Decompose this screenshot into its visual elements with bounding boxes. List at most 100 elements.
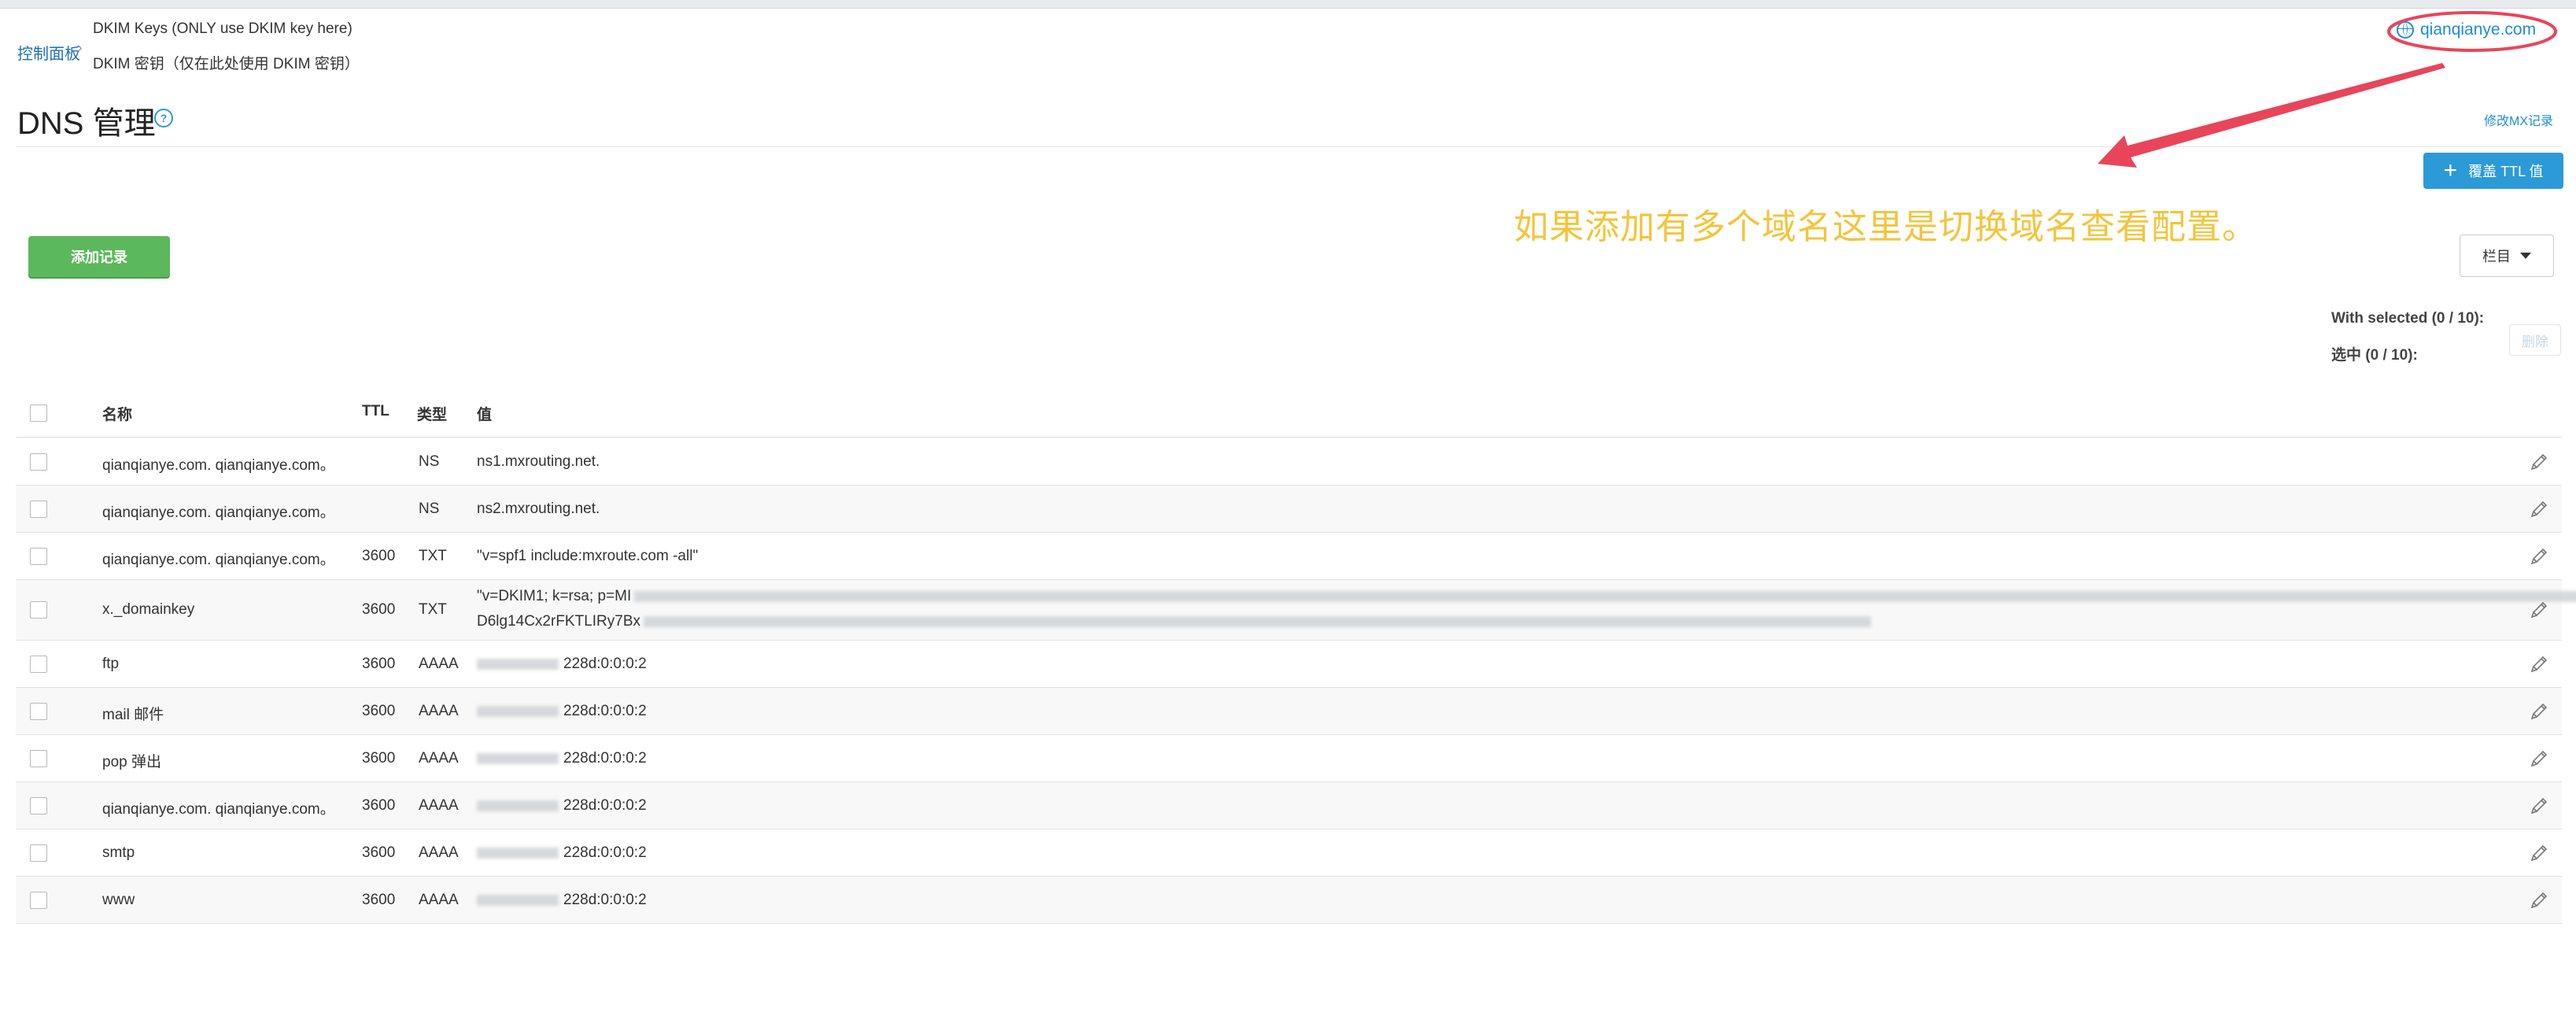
row-checkbox[interactable] [30, 844, 47, 862]
column-header-name: 名称 [102, 407, 133, 423]
record-value-wrap: 228d:0:0:0:2 [477, 844, 647, 862]
record-type: AAAA [419, 750, 459, 767]
plus-icon: + [2443, 157, 2458, 183]
table-row: x._domainkey 3600 TXT "v=DKIM1; k=rsa; p… [16, 580, 2576, 641]
table-row: smtp 3600 AAAA 228d:0:0:0:2 [16, 829, 2562, 877]
record-name: qianqianye.com. qianqianye.com。 [102, 504, 335, 521]
add-record-button[interactable]: 添加记录 [28, 236, 170, 277]
globe-icon [2397, 21, 2414, 39]
record-value: 228d:0:0:0:2 [563, 656, 647, 672]
table-row: www 3600 AAAA 228d:0:0:0:2 [16, 877, 2562, 924]
record-value: 228d:0:0:0:2 [563, 892, 647, 908]
breadcrumb-current-en: DKIM Keys (ONLY use DKIM key here) [93, 20, 352, 37]
record-type: TXT [419, 601, 447, 618]
record-ttl: 3600 [362, 797, 396, 814]
pencil-icon[interactable] [2527, 700, 2551, 723]
record-name: smtp [102, 844, 135, 861]
columns-dropdown[interactable]: 栏目 [2460, 235, 2554, 277]
record-ttl: 3600 [362, 892, 396, 908]
columns-dropdown-label: 栏目 [2482, 249, 2511, 264]
record-name: qianqianye.com. qianqianye.com。 [102, 801, 335, 818]
record-type: TXT [419, 548, 447, 564]
redacted-value [477, 752, 559, 764]
domain-switcher[interactable]: qianqianye.com [2397, 20, 2536, 39]
delete-selected-button[interactable]: 删除 [2509, 324, 2561, 356]
modify-mx-link[interactable]: 修改MX记录 [2484, 110, 2553, 129]
override-ttl-button[interactable]: + 覆盖 TTL 值 [2423, 153, 2563, 189]
row-checkbox[interactable] [30, 548, 47, 565]
pencil-icon[interactable] [2527, 497, 2551, 521]
record-type: AAAA [419, 703, 459, 719]
record-type: AAAA [419, 892, 459, 908]
record-name: x._domainkey [102, 601, 195, 618]
page-title: DNS 管理 [17, 106, 156, 141]
record-value: ns1.mxrouting.net. [477, 453, 600, 470]
chevron-right-icon: › [77, 39, 83, 57]
browser-top-strip [0, 0, 2576, 9]
record-type: NS [419, 453, 440, 470]
column-header-ttl: TTL [362, 403, 389, 419]
record-value-wrap: 228d:0:0:0:2 [477, 892, 647, 909]
annotation-arrow [2098, 63, 2445, 168]
record-value-wrap: 228d:0:0:0:2 [477, 656, 647, 673]
pencil-icon[interactable] [2527, 545, 2551, 568]
record-value: "v=spf1 include:mxroute.com -all" [477, 548, 699, 564]
help-icon[interactable]: ? [154, 109, 173, 127]
pencil-icon[interactable] [2527, 450, 2551, 474]
with-selected-label: With selected (0 / 10): [2331, 310, 2485, 327]
table-row: mail 邮件 3600 AAAA 228d:0:0:0:2 [16, 688, 2562, 735]
row-checkbox[interactable] [30, 601, 47, 619]
record-type: AAAA [419, 844, 459, 861]
record-ttl: 3600 [362, 750, 396, 767]
row-checkbox[interactable] [30, 892, 47, 909]
select-all-checkbox[interactable] [30, 405, 47, 422]
record-name: qianqianye.com. qianqianye.com。 [102, 552, 335, 568]
record-value: 228d:0:0:0:2 [563, 844, 647, 861]
record-value-wrap: 228d:0:0:0:2 [477, 703, 647, 720]
record-value-line1: "v=DKIM1; k=rsa; p=MI [477, 588, 2576, 605]
table-row: pop 弹出 3600 AAAA 228d:0:0:0:2 [16, 735, 2562, 782]
redacted-value [477, 847, 559, 859]
record-type: NS [419, 501, 440, 517]
record-value-wrap: 228d:0:0:0:2 [477, 750, 647, 767]
row-checkbox[interactable] [30, 453, 47, 471]
record-ttl: 3600 [362, 844, 396, 861]
pencil-icon[interactable] [2527, 598, 2551, 622]
chevron-right-icon[interactable]: › [2553, 22, 2558, 39]
row-checkbox[interactable] [30, 703, 47, 720]
record-name: www [102, 892, 135, 908]
redacted-value [644, 615, 1872, 627]
override-ttl-label: 覆盖 TTL 值 [2468, 164, 2544, 179]
record-name: ftp [102, 656, 120, 672]
row-checkbox[interactable] [30, 501, 47, 518]
pencil-icon[interactable] [2527, 652, 2551, 676]
record-ttl: 3600 [362, 703, 396, 719]
pencil-icon[interactable] [2527, 747, 2551, 770]
redacted-value [477, 800, 559, 811]
title-divider [16, 146, 2562, 147]
table-row: qianqianye.com. qianqianye.com。 3600 AAA… [16, 782, 2562, 829]
table-row: ftp 3600 AAAA 228d:0:0:0:2 [16, 641, 2562, 688]
record-value-wrap: 228d:0:0:0:2 [477, 797, 647, 815]
breadcrumb-root-link[interactable]: 控制面板 [17, 41, 80, 64]
redacted-value [477, 894, 559, 906]
pencil-icon[interactable] [2527, 888, 2551, 912]
pencil-icon[interactable] [2527, 841, 2551, 865]
row-checkbox[interactable] [30, 797, 47, 815]
record-ttl: 3600 [362, 601, 396, 618]
row-checkbox[interactable] [30, 750, 47, 767]
redacted-value [634, 590, 2576, 602]
record-value: 228d:0:0:0:2 [563, 750, 647, 767]
row-checkbox[interactable] [30, 656, 47, 673]
record-ttl: 3600 [362, 656, 396, 672]
record-type: AAAA [419, 656, 459, 672]
table-row: qianqianye.com. qianqianye.com。 NS ns2.m… [16, 486, 2562, 533]
record-name: qianqianye.com. qianqianye.com。 [102, 457, 335, 474]
caret-down-icon [2520, 253, 2531, 259]
record-value-line2: D6lg14Cx2rFKTLIRy7Bx [477, 613, 1872, 630]
pencil-icon[interactable] [2527, 794, 2551, 818]
redacted-value [477, 658, 559, 670]
record-value: ns2.mxrouting.net. [477, 501, 600, 517]
with-selected-label-cn: 选中 (0 / 10): [2331, 347, 2418, 364]
dkim-value-start: "v=DKIM1; k=rsa; p=MI [477, 588, 632, 604]
